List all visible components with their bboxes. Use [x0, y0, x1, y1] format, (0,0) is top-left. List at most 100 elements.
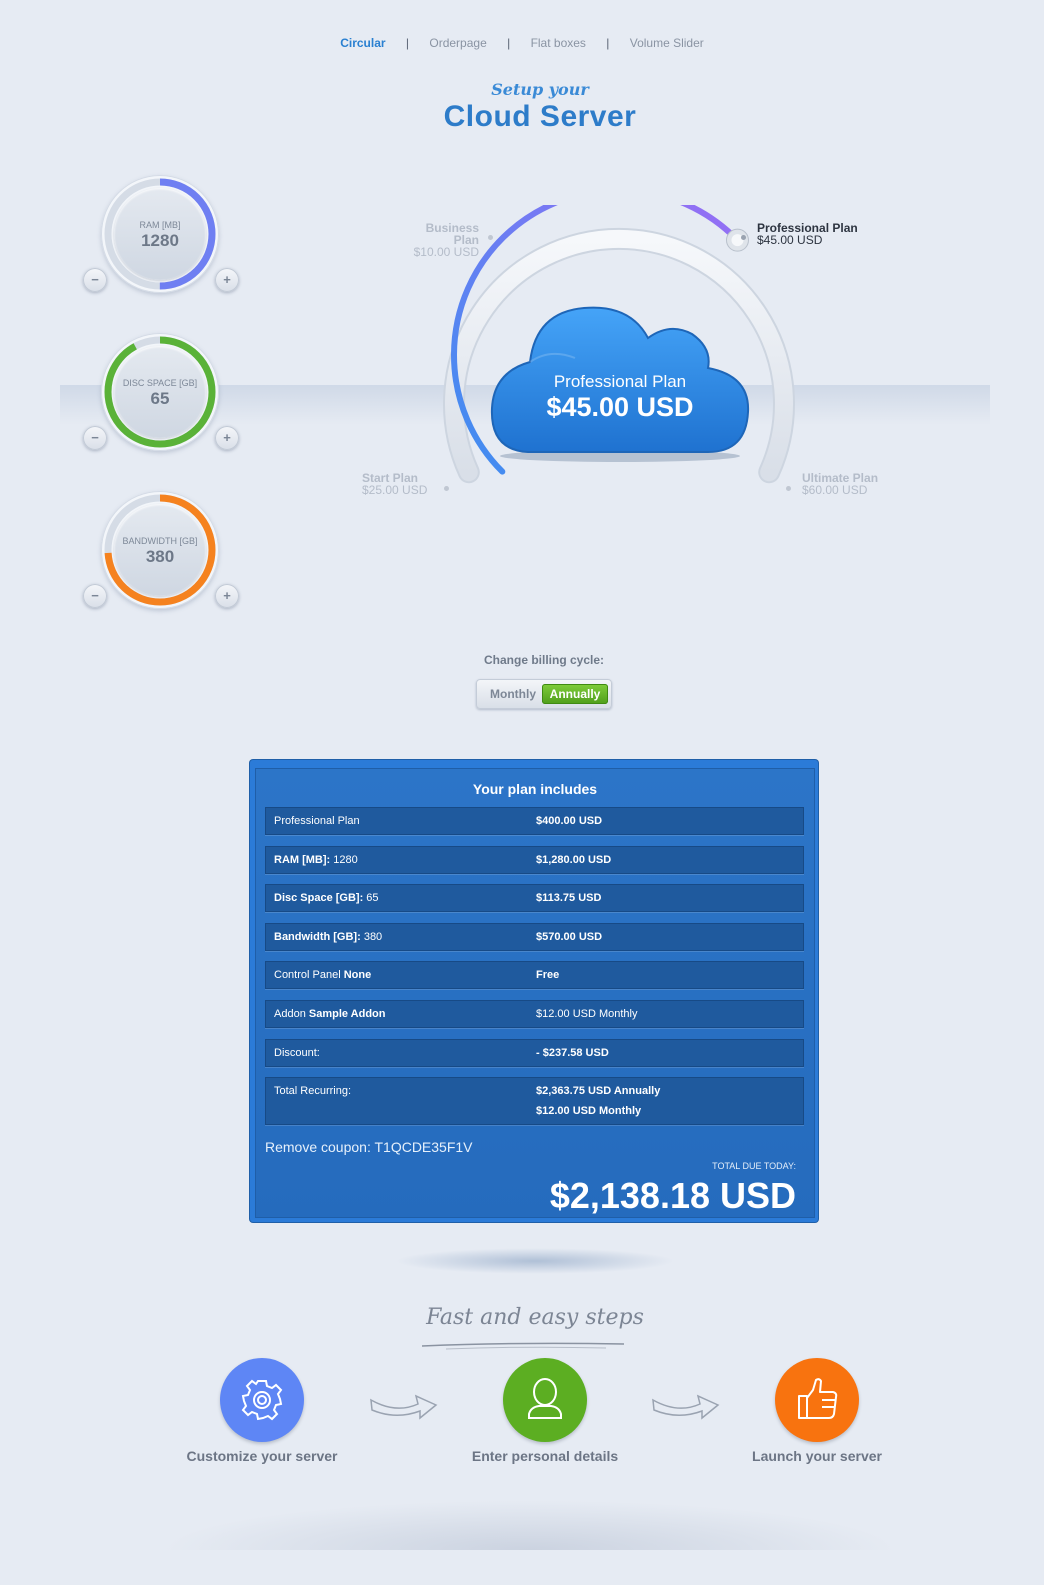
nav-separator: |	[606, 36, 610, 50]
disc-space-plus-button[interactable]: +	[215, 426, 239, 450]
summary-row: Bandwidth [GB]: 380 $570.00 USD	[265, 922, 804, 951]
step-label-customize: Customize your server	[186, 1448, 338, 1464]
total-recurring-annual: $2,363.75 USD Annually	[536, 1085, 661, 1098]
total-recurring-monthly: $12.00 USD Monthly	[536, 1105, 642, 1118]
row-label-text: Control Panel	[274, 969, 344, 982]
summary-row: Discount: - $237.58 USD	[265, 1038, 804, 1067]
step-label-launch: Launch your server	[752, 1448, 882, 1464]
disc-space-minus-button[interactable]: −	[83, 426, 107, 450]
step-personal-details	[503, 1358, 587, 1442]
plan-dot-professional[interactable]	[741, 235, 746, 240]
row-label-text: Professional Plan	[274, 815, 360, 827]
row-label-strong: RAM [MB]:	[274, 853, 331, 866]
plan-price: $10.00 USD	[413, 245, 479, 259]
total-due-label: TOTAL DUE TODAY:	[712, 1161, 796, 1171]
plan-dot-business[interactable]	[488, 235, 493, 240]
disc-space-dial-value: 65	[150, 389, 170, 408]
billing-option-annually[interactable]: Annually	[542, 684, 608, 704]
row-label-strong: Sample Addon	[308, 1007, 386, 1020]
row-label-value: 1280	[330, 853, 358, 866]
summary-row-price: Free	[536, 969, 560, 982]
user-icon	[528, 1378, 562, 1419]
nav-item-circular[interactable]: Circular	[323, 36, 402, 50]
plan-price: $25.00 USD	[362, 483, 428, 497]
bandwidth-dial-value: 380	[145, 547, 175, 566]
summary-row-label: Disc Space [GB]: 65	[274, 892, 379, 904]
summary-row-label: RAM [MB]: 1280	[274, 854, 358, 866]
arrow-icon	[370, 1394, 438, 1420]
summary-row-label: Control Panel None	[274, 969, 371, 981]
plan-label-ultimate[interactable]: Ultimate Plan $60.00 USD	[802, 472, 878, 496]
bandwidth-plus-button[interactable]: +	[215, 584, 239, 608]
row-label-strong: Disc Space [GB]:	[274, 892, 364, 905]
summary-row-label: Total Recurring:	[274, 1085, 352, 1098]
nav-separator: |	[507, 36, 511, 50]
plan-summary-inner: Your plan includes Professional Plan $40…	[255, 768, 815, 1218]
billing-cycle-toggle[interactable]: Monthly Annually	[476, 679, 612, 709]
page-subtitle: Setup your	[491, 80, 589, 99]
bandwidth-dial-label: BANDWIDTH [GB]	[122, 536, 198, 546]
summary-row-price: $1,280.00 USD	[536, 853, 612, 866]
summary-row-label: Addon Sample Addon	[274, 1008, 385, 1020]
summary-row-label: Discount:	[274, 1047, 320, 1059]
selected-plan-price: $45.00 USD	[546, 392, 694, 422]
plan-summary-rows: Professional Plan $400.00 USD RAM [MB]: …	[265, 807, 804, 1136]
summary-row: Addon Sample Addon $12.00 USD Monthly	[265, 999, 804, 1028]
thumbs-up-icon	[798, 1378, 838, 1419]
plan-price: $60.00 USD	[802, 483, 868, 497]
ram-dial[interactable]: RAM [MB] 1280	[101, 175, 219, 293]
disc-space-dial[interactable]: DISC SPACE [GB] 65	[101, 333, 219, 451]
bandwidth-dial[interactable]: BANDWIDTH [GB] 380	[101, 491, 219, 609]
plan-summary-box: Your plan includes Professional Plan $40…	[250, 760, 818, 1222]
ram-minus-button[interactable]: −	[83, 268, 107, 292]
box-shadow	[395, 1248, 675, 1274]
plan-name: Business Plan	[425, 221, 479, 247]
plan-summary-heading: Your plan includes	[472, 781, 598, 797]
summary-row: Control Panel None Free	[265, 961, 804, 990]
gear-icon	[241, 1379, 283, 1421]
ram-dial-face: RAM [MB] 1280	[114, 188, 206, 280]
summary-row-price: $12.00 USD Monthly	[536, 1007, 638, 1020]
row-label-strong: None	[343, 969, 372, 982]
row-label-text: Addon	[274, 1007, 309, 1020]
billing-cycle-label: Change billing cycle:	[483, 653, 605, 667]
bandwidth-minus-button[interactable]: −	[83, 584, 107, 608]
plan-arc-handle[interactable]	[725, 228, 749, 252]
plan-label-professional[interactable]: Professional Plan $45.00 USD	[757, 222, 858, 246]
page-title: Cloud Server	[443, 100, 637, 133]
summary-row-label: Professional Plan	[274, 815, 360, 827]
nav-item-flat-boxes[interactable]: Flat boxes	[514, 36, 603, 50]
nav-item-volume-slider[interactable]: Volume Slider	[613, 36, 721, 50]
step-customize	[220, 1358, 304, 1442]
disc-space-dial-label: DISC SPACE [GB]	[122, 378, 198, 388]
plan-dot-ultimate[interactable]	[786, 486, 791, 491]
plan-price: $45.00 USD	[757, 233, 823, 247]
plan-label-business[interactable]: Business Plan $10.00 USD	[399, 222, 479, 258]
row-label-strong: Bandwidth [GB]:	[274, 930, 361, 943]
ram-plus-button[interactable]: +	[215, 268, 239, 292]
disc-space-dial-face: DISC SPACE [GB] 65	[114, 346, 206, 438]
ram-dial-value: 1280	[141, 231, 179, 250]
summary-row-label: Bandwidth [GB]: 380	[274, 931, 382, 943]
nav-item-orderpage[interactable]: Orderpage	[412, 36, 503, 50]
summary-row: Professional Plan $400.00 USD	[265, 807, 804, 835]
steps-title: Fast and easy steps	[426, 1305, 644, 1330]
summary-row: Disc Space [GB]: 65 $113.75 USD	[265, 884, 804, 913]
total-due-amount: $2,138.18 USD	[549, 1175, 796, 1216]
summary-row-price: - $237.58 USD	[536, 1046, 609, 1059]
arrow-icon	[652, 1394, 720, 1420]
summary-row-price: $570.00 USD	[536, 930, 603, 943]
billing-option-monthly[interactable]: Monthly	[482, 684, 544, 704]
row-label-value: 380	[360, 930, 383, 943]
nav-separator: |	[405, 36, 410, 50]
step-launch	[775, 1358, 859, 1442]
ram-dial-label: RAM [MB]	[139, 220, 181, 230]
summary-row-price: $400.00 USD	[536, 815, 603, 827]
remove-coupon-link[interactable]: Remove coupon: T1QCDE35F1V	[265, 1139, 473, 1155]
top-nav: Circular | Orderpage | Flat boxes | Volu…	[0, 36, 1044, 50]
plan-dot-start[interactable]	[444, 486, 449, 491]
summary-row: RAM [MB]: 1280 $1,280.00 USD	[265, 845, 804, 874]
selected-plan-display: Professional Plan $45.00 USD	[493, 372, 747, 423]
plan-label-start[interactable]: Start Plan $25.00 USD	[362, 472, 427, 496]
bandwidth-dial-face: BANDWIDTH [GB] 380	[114, 504, 206, 596]
